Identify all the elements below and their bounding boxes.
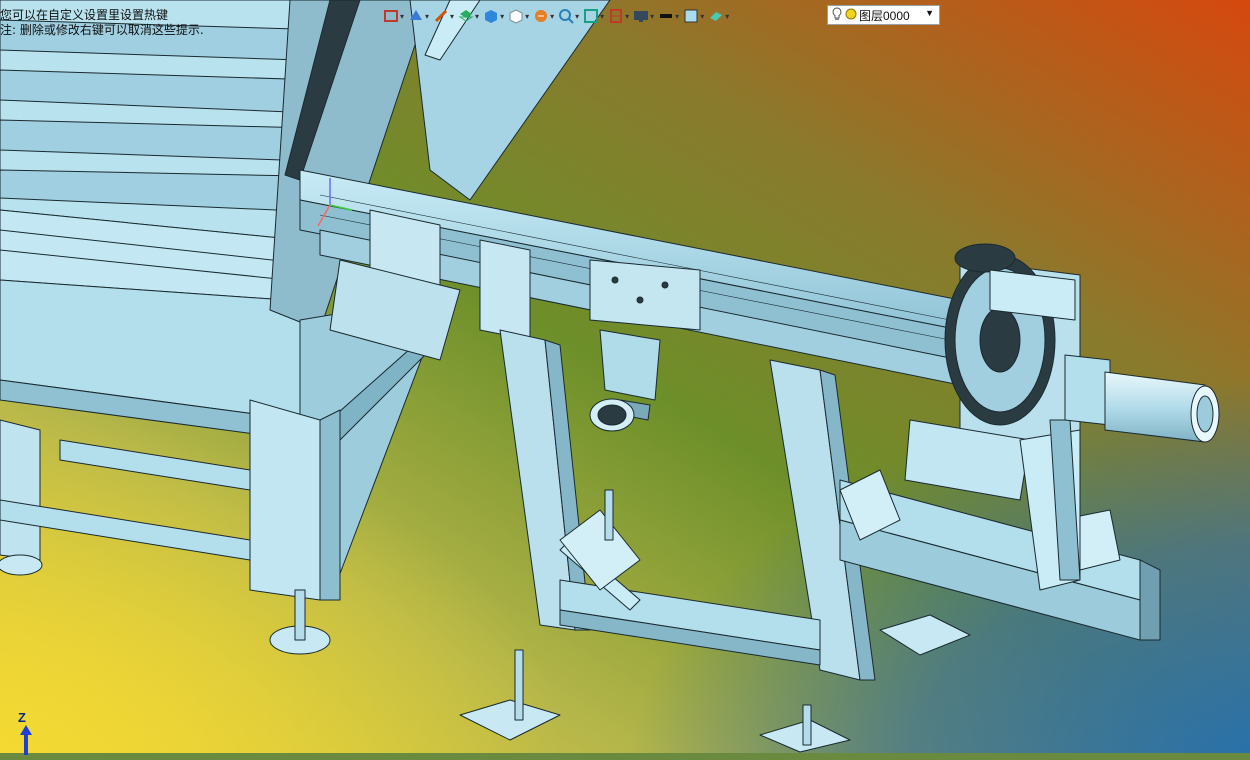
3d-model-viewport[interactable] bbox=[0, 0, 1250, 753]
chevron-down-icon[interactable]: ▾ bbox=[550, 12, 554, 21]
material-icon bbox=[708, 8, 724, 24]
section-view-icon bbox=[608, 8, 624, 24]
hint-line-1: 您可以在自定义设置里设置热键 bbox=[0, 8, 169, 22]
chevron-down-icon[interactable]: ▾ bbox=[700, 12, 704, 21]
layer-dropdown[interactable]: 图层0000 ▼ bbox=[827, 5, 940, 25]
layer-name: 图层0000 bbox=[859, 8, 910, 23]
chevron-down-icon[interactable]: ▾ bbox=[475, 12, 479, 21]
zoom-fit-button[interactable]: ▾ bbox=[557, 5, 580, 27]
wire-cube-icon bbox=[508, 8, 524, 24]
color-swatch-icon bbox=[683, 8, 699, 24]
section-view-button[interactable]: ▾ bbox=[607, 5, 630, 27]
zoom-box-icon bbox=[583, 8, 599, 24]
z-arrow-icon bbox=[20, 725, 32, 755]
bulb-icon bbox=[832, 6, 842, 24]
wire-cube-button[interactable]: ▾ bbox=[507, 5, 530, 27]
hotkey-hint: 您可以在自定义设置里设置热键 注: 删除或修改右键可以取消这些提示. bbox=[0, 8, 204, 38]
zoom-box-button[interactable]: ▾ bbox=[582, 5, 605, 27]
chevron-down-icon[interactable]: ▾ bbox=[400, 12, 404, 21]
sketch-pen-button[interactable]: ▾ bbox=[432, 5, 455, 27]
chevron-down-icon[interactable]: ▾ bbox=[650, 12, 654, 21]
chevron-down-icon[interactable]: ▾ bbox=[575, 12, 579, 21]
display-monitor-icon bbox=[633, 8, 649, 24]
hint-line-2: 注: 删除或修改右键可以取消这些提示. bbox=[0, 23, 204, 37]
chevron-down-icon[interactable]: ▾ bbox=[425, 12, 429, 21]
material-button[interactable]: ▾ bbox=[707, 5, 730, 27]
layer-color-icon bbox=[845, 8, 857, 23]
color-swatch-button[interactable]: ▾ bbox=[682, 5, 705, 27]
zoom-fit-icon bbox=[558, 8, 574, 24]
chevron-down-icon[interactable]: ▾ bbox=[525, 12, 529, 21]
solid-cube-icon bbox=[483, 8, 499, 24]
chevron-down-icon[interactable]: ▾ bbox=[675, 12, 679, 21]
render-mode-button[interactable]: ▾ bbox=[382, 5, 405, 27]
line-style-button[interactable]: ▾ bbox=[657, 5, 680, 27]
layer-stack-icon bbox=[458, 8, 474, 24]
filter-icon bbox=[533, 8, 549, 24]
line-style-icon bbox=[658, 8, 674, 24]
chevron-down-icon[interactable]: ▾ bbox=[450, 12, 454, 21]
z-axis-label: Z bbox=[18, 710, 26, 725]
chevron-down-icon[interactable]: ▾ bbox=[725, 12, 729, 21]
layer-stack-button[interactable]: ▾ bbox=[457, 5, 480, 27]
view-orient-icon bbox=[408, 8, 424, 24]
chevron-down-icon[interactable]: ▾ bbox=[625, 12, 629, 21]
chevron-down-icon[interactable]: ▾ bbox=[600, 12, 604, 21]
chevron-down-icon[interactable]: ▼ bbox=[925, 8, 934, 18]
view-toolbar: ▾ ▾ ▾ ▾ ▾ ▾ ▾ ▾ ▾ ▾ ▾ ▾ ▾ ▾ bbox=[382, 4, 730, 28]
sketch-pen-icon bbox=[433, 8, 449, 24]
render-mode-icon bbox=[383, 8, 399, 24]
filter-button[interactable]: ▾ bbox=[532, 5, 555, 27]
solid-cube-button[interactable]: ▾ bbox=[482, 5, 505, 27]
display-monitor-button[interactable]: ▾ bbox=[632, 5, 655, 27]
view-orient-button[interactable]: ▾ bbox=[407, 5, 430, 27]
chevron-down-icon[interactable]: ▾ bbox=[500, 12, 504, 21]
